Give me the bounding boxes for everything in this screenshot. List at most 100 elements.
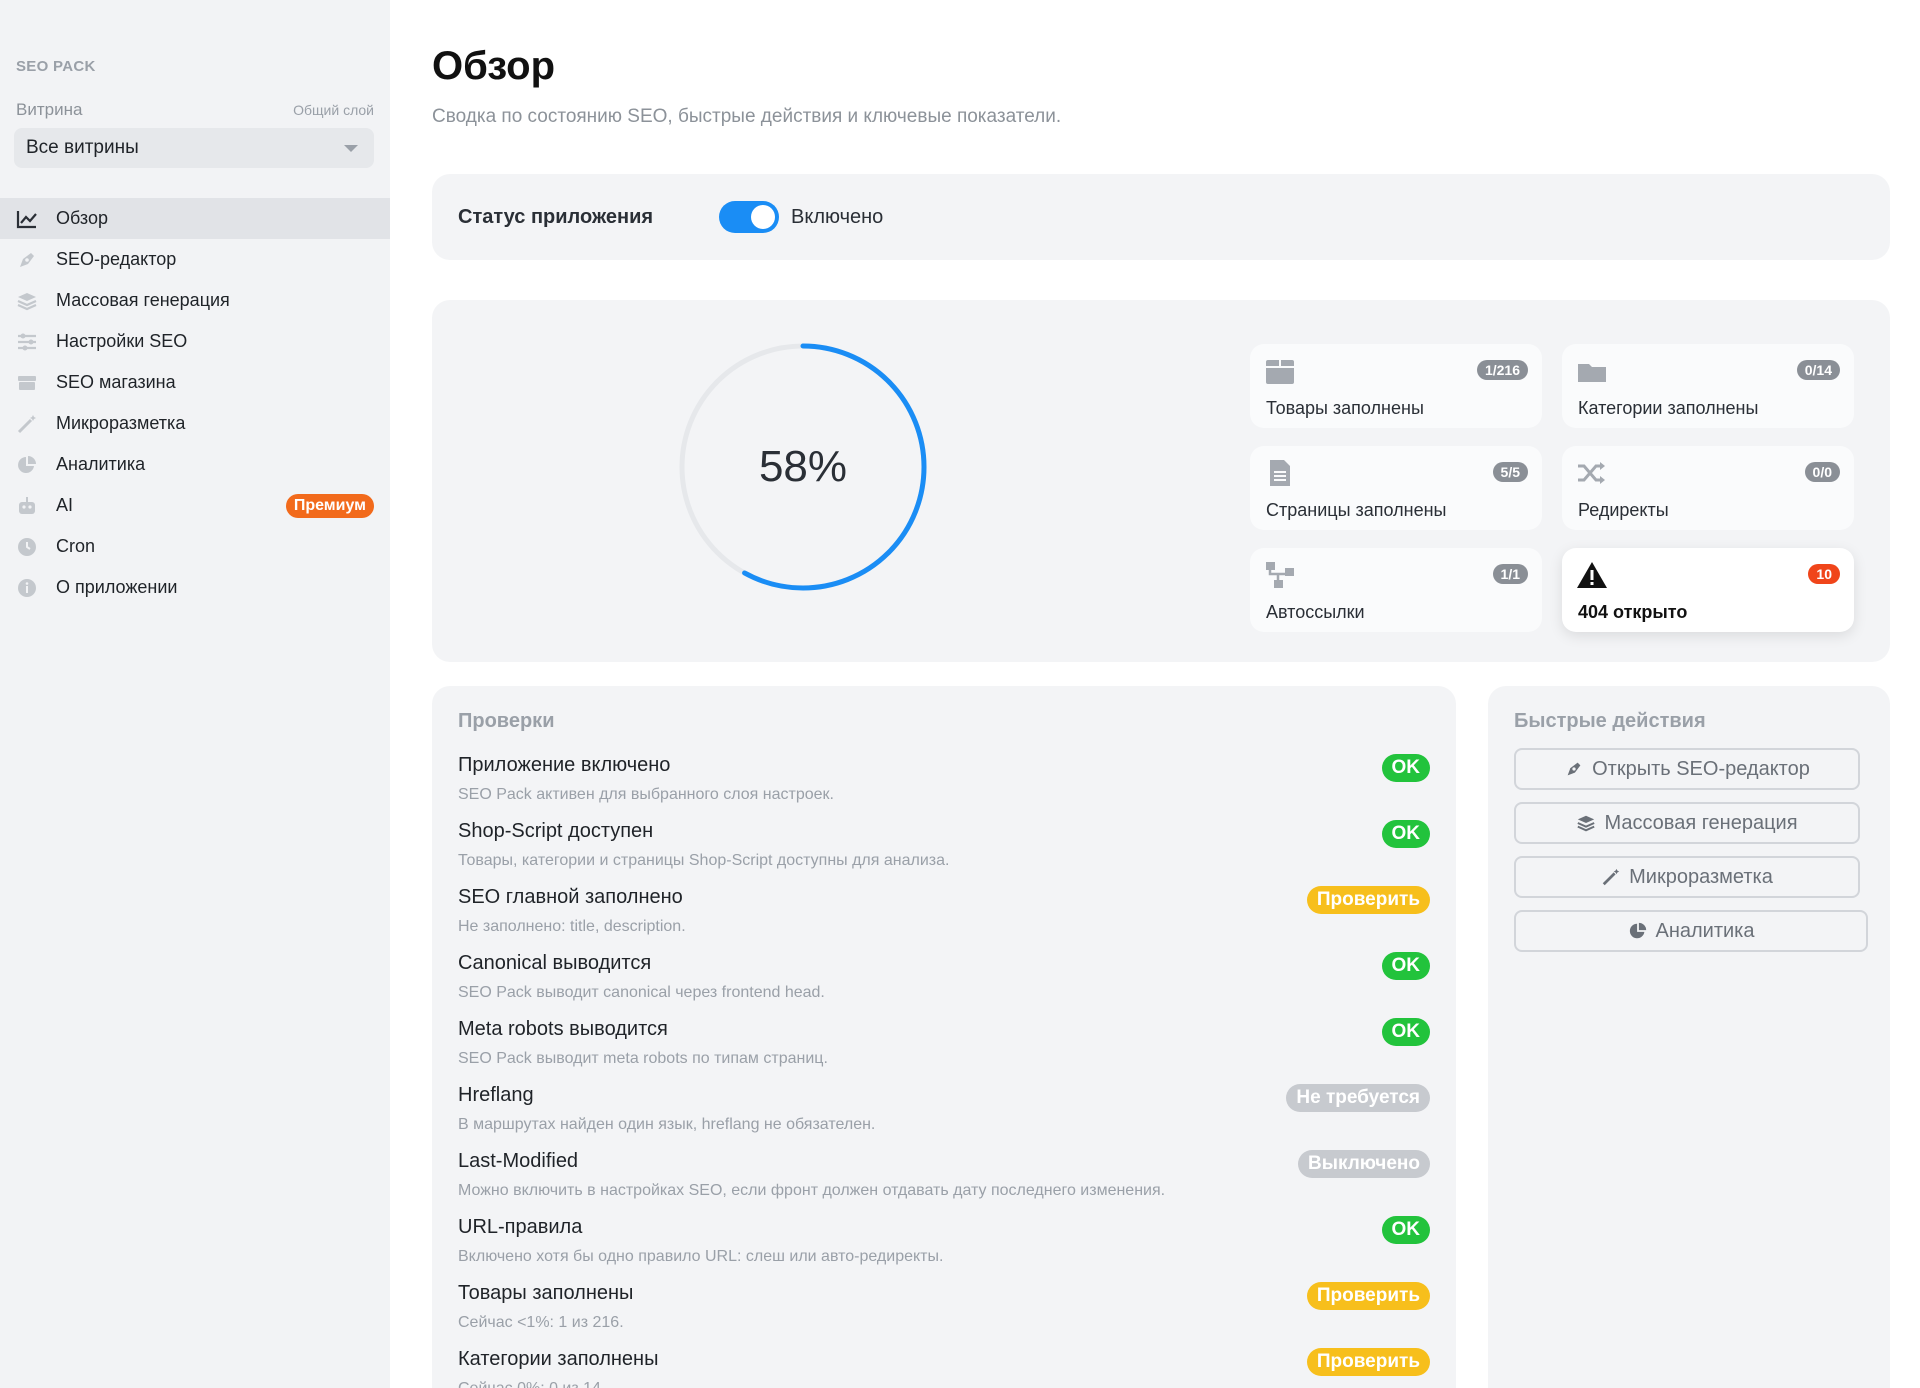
tile-404-open[interactable]: 10 404 открыто <box>1562 548 1854 632</box>
info-icon <box>16 577 38 599</box>
check-status-badge: Выключено <box>1298 1150 1430 1178</box>
sidebar-item-seo-settings[interactable]: Настройки SEO <box>0 321 390 362</box>
layers-icon <box>1577 815 1596 832</box>
check-home-seo: SEO главной заполнено Не заполнено: titl… <box>458 886 1430 952</box>
sidebar-item-about[interactable]: О приложении <box>0 567 390 608</box>
checks-card: Проверки Приложение включено SEO Pack ак… <box>432 686 1456 1388</box>
tile-badge: 1/1 <box>1492 564 1528 584</box>
check-url-rules: URL-правила Включено хотя бы одно правил… <box>458 1216 1430 1282</box>
tile-redirects[interactable]: 0/0 Редиректы <box>1562 446 1854 530</box>
sidebar-item-ai[interactable]: AI Премиум <box>0 485 390 526</box>
check-status-badge: OK <box>1381 1018 1430 1046</box>
sidebar-item-label: Массовая генерация <box>56 290 230 310</box>
clock-icon <box>16 536 38 558</box>
tile-pages-filled[interactable]: 5/5 Страницы заполнены <box>1250 446 1542 530</box>
microdata-button[interactable]: Микроразметка <box>1514 856 1860 898</box>
tile-label: 404 открыто <box>1578 602 1688 622</box>
progress-value: 58% <box>758 442 848 491</box>
sidebar-nav: Обзор SEO-редактор Массовая генерация На… <box>0 198 390 608</box>
button-label: Микроразметка <box>1629 865 1773 888</box>
check-title: Категории заполнены <box>458 1348 659 1370</box>
sidebar: SEO PACK Витрина Общий слой Все витрины … <box>0 0 390 1388</box>
check-status-badge: OK <box>1381 952 1430 980</box>
check-description: Товары, категории и страницы Shop-Script… <box>458 852 950 869</box>
checks-title: Проверки <box>458 710 555 732</box>
check-meta-robots: Meta robots выводится SEO Pack выводит m… <box>458 1018 1430 1084</box>
sidebar-item-store-seo[interactable]: SEO магазина <box>0 362 390 403</box>
tile-badge: 5/5 <box>1492 462 1528 482</box>
sidebar-item-overview[interactable]: Обзор <box>0 198 390 239</box>
check-title: Meta robots выводится <box>458 1018 668 1040</box>
check-title: Товары заполнены <box>458 1282 634 1304</box>
tile-label: Страницы заполнены <box>1266 500 1447 520</box>
app-status-toggle-label: Включено <box>791 205 884 228</box>
check-title: SEO главной заполнено <box>458 886 683 908</box>
sidebar-item-microdata[interactable]: Микроразметка <box>0 403 390 444</box>
check-description: Сейчас <1%: 1 из 216. <box>458 1314 624 1331</box>
tile-label: Категории заполнены <box>1578 398 1759 418</box>
check-description: SEO Pack выводит meta robots по типам ст… <box>458 1050 828 1067</box>
folder-icon <box>1576 356 1608 386</box>
page-title: Обзор <box>432 44 556 88</box>
check-status-badge: OK <box>1381 754 1430 782</box>
tile-autolinks[interactable]: 1/1 Автоссылки <box>1250 548 1542 632</box>
sidebar-item-label: Аналитика <box>56 454 146 474</box>
sliders-icon <box>16 331 38 353</box>
app-brand: SEO PACK <box>16 58 96 75</box>
sidebar-item-seo-editor[interactable]: SEO-редактор <box>0 239 390 280</box>
check-status-badge[interactable]: Проверить <box>1306 1282 1430 1310</box>
chevron-down-icon <box>344 145 358 152</box>
main-content: Обзор Сводка по состоянию SEO, быстрые д… <box>390 0 1920 1388</box>
check-title: Shop-Script доступен <box>458 820 654 842</box>
button-label: Массовая генерация <box>1604 811 1798 834</box>
stats-card: 58% 1/216 Товары заполнены 0/14 Категори… <box>432 300 1890 662</box>
check-description: Не заполнено: title, description. <box>458 918 686 935</box>
app-status-card: Статус приложения Включено <box>432 174 1890 260</box>
shuffle-icon <box>1576 458 1608 488</box>
page-subtitle: Сводка по состоянию SEO, быстрые действи… <box>432 106 1062 127</box>
sidebar-item-label: Настройки SEO <box>56 331 188 351</box>
warning-icon <box>1576 560 1608 590</box>
storefront-select[interactable]: Все витрины <box>14 128 374 168</box>
pen-nib-icon <box>1567 762 1581 776</box>
tile-badge: 10 <box>1808 564 1840 584</box>
analytics-button[interactable]: Аналитика <box>1514 910 1868 952</box>
check-status-badge: Не требуется <box>1286 1084 1430 1112</box>
button-label: Открыть SEO-редактор <box>1592 757 1810 780</box>
mass-generation-button[interactable]: Массовая генерация <box>1514 802 1860 844</box>
magic-wand-icon <box>1602 868 1620 886</box>
check-description: SEO Pack выводит canonical через fronten… <box>458 984 825 1001</box>
open-seo-editor-button[interactable]: Открыть SEO-редактор <box>1514 748 1860 790</box>
pie-chart-icon <box>1629 922 1646 939</box>
sidebar-item-label: SEO магазина <box>56 372 176 392</box>
tile-categories-filled[interactable]: 0/14 Категории заполнены <box>1562 344 1854 428</box>
sidebar-item-cron[interactable]: Cron <box>0 526 390 567</box>
storefront-hint: Общий слой <box>293 102 374 118</box>
check-app-enabled: Приложение включено SEO Pack активен для… <box>458 754 1430 820</box>
pen-nib-icon <box>16 249 38 271</box>
tile-products-filled[interactable]: 1/216 Товары заполнены <box>1250 344 1542 428</box>
check-categories-filled: Категории заполнены Сейчас 0%: 0 из 14. … <box>458 1348 1430 1388</box>
pie-chart-icon <box>16 454 38 476</box>
sidebar-item-label: Микроразметка <box>56 413 186 433</box>
sidebar-item-analytics[interactable]: Аналитика <box>0 444 390 485</box>
app-status-toggle[interactable] <box>719 201 780 233</box>
check-description: Можно включить в настройках SEO, если фр… <box>458 1182 1166 1199</box>
storefront-select-value: Все витрины <box>26 137 139 158</box>
layers-icon <box>16 290 38 312</box>
sidebar-item-mass-generation[interactable]: Массовая генерация <box>0 280 390 321</box>
magic-wand-icon <box>16 413 38 435</box>
tile-badge: 0/14 <box>1796 360 1840 380</box>
check-status-badge[interactable]: Проверить <box>1306 886 1430 914</box>
toggle-knob <box>751 205 776 229</box>
check-title: Hreflang <box>458 1084 534 1106</box>
check-hreflang: Hreflang В маршрутах найден один язык, h… <box>458 1084 1430 1150</box>
check-status-badge: OK <box>1381 820 1430 848</box>
quick-actions-title: Быстрые действия <box>1514 710 1706 732</box>
document-icon <box>1264 458 1296 488</box>
premium-badge: Премиум <box>285 494 374 518</box>
check-description: Сейчас 0%: 0 из 14. <box>458 1380 605 1388</box>
sidebar-item-label: AI <box>56 495 74 515</box>
quick-actions-card: Быстрые действия Открыть SEO-редактор Ма… <box>1488 686 1890 1388</box>
check-status-badge[interactable]: Проверить <box>1306 1348 1430 1376</box>
